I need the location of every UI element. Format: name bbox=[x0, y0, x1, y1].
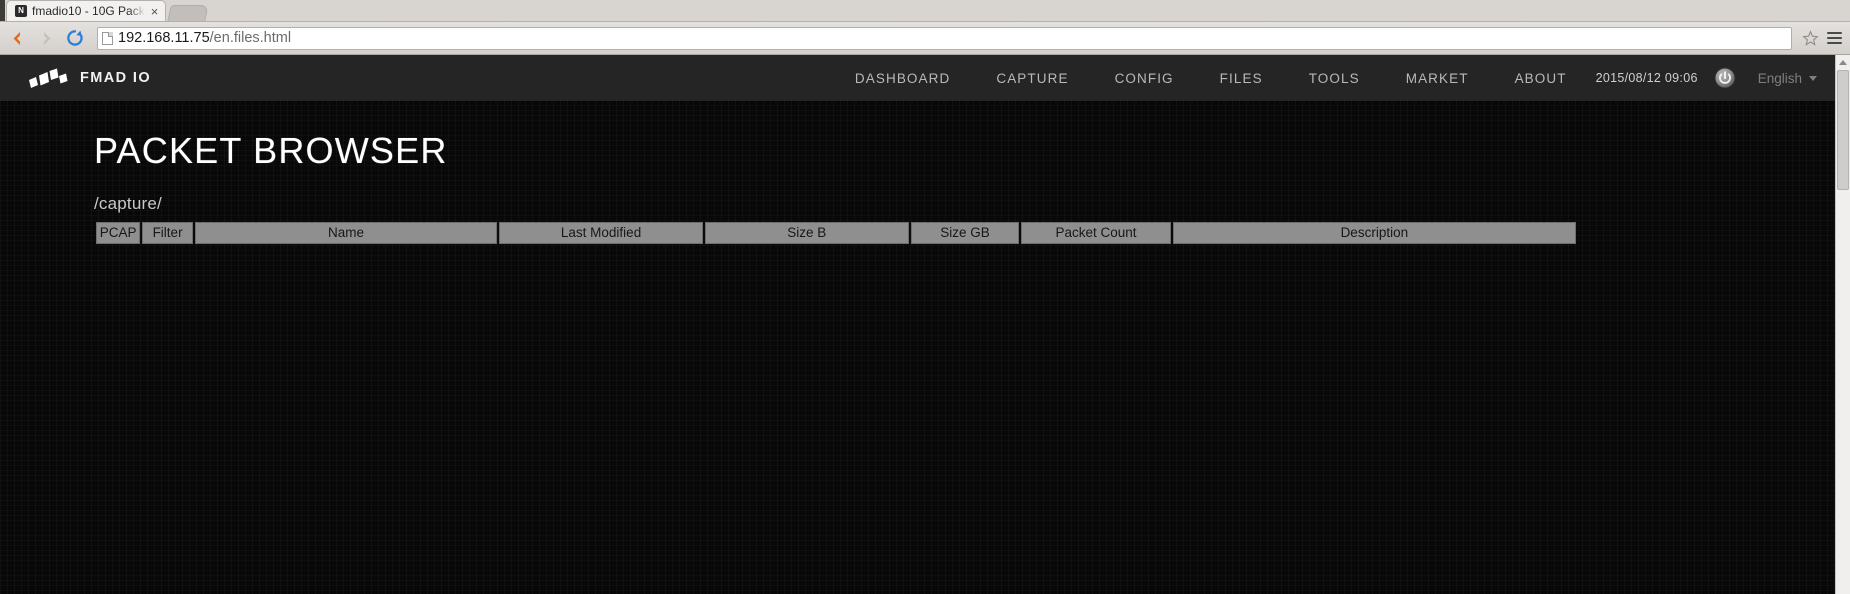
back-button[interactable] bbox=[4, 25, 30, 51]
page-title: PACKET BROWSER bbox=[94, 130, 448, 171]
column-header-size-b[interactable]: Size B bbox=[704, 222, 909, 244]
files-table: PCAP Filter Name Last Modified Size B Si… bbox=[94, 222, 1578, 244]
browser-toolbar: 192.168.11.75/en.files.html bbox=[0, 22, 1850, 55]
language-selector[interactable]: English bbox=[1736, 71, 1817, 86]
bookmark-star-icon[interactable] bbox=[1799, 27, 1821, 49]
nav-market[interactable]: MARKET bbox=[1383, 71, 1492, 86]
fmadio-favicon: N bbox=[15, 5, 27, 17]
tab-title: fmadio10 - 10G Pack bbox=[32, 4, 145, 18]
nav-about[interactable]: ABOUT bbox=[1492, 71, 1590, 86]
column-header-filter[interactable]: Filter bbox=[142, 222, 193, 244]
scrollbar-track[interactable] bbox=[1836, 190, 1850, 594]
files-table-head: PCAP Filter Name Last Modified Size B Si… bbox=[96, 222, 1576, 244]
browser-tab[interactable]: N fmadio10 - 10G Pack × bbox=[6, 0, 167, 21]
column-header-last-modified[interactable]: Last Modified bbox=[499, 222, 703, 244]
brand-logo[interactable]: FMAD IO bbox=[28, 68, 151, 88]
navbar-right: 2015/08/12 09:06 English bbox=[1596, 67, 1835, 89]
nav-tools[interactable]: TOOLS bbox=[1286, 71, 1383, 86]
nav-files[interactable]: FILES bbox=[1197, 71, 1286, 86]
column-header-packet-count[interactable]: Packet Count bbox=[1021, 222, 1171, 244]
nav-dashboard[interactable]: DASHBOARD bbox=[832, 71, 973, 86]
files-table-header-row: PCAP Filter Name Last Modified Size B Si… bbox=[96, 222, 1576, 244]
power-icon[interactable] bbox=[1714, 67, 1736, 89]
tab-strip: N fmadio10 - 10G Pack × bbox=[0, 0, 1850, 22]
breadcrumb-path: /capture/ bbox=[94, 194, 162, 213]
page-info-icon bbox=[102, 31, 113, 45]
fmadio-logo-icon bbox=[29, 68, 68, 88]
browser-menu-icon[interactable] bbox=[1824, 25, 1844, 51]
triangle-up-icon bbox=[1839, 60, 1847, 65]
fmadio-page: FMAD IO DASHBOARD CAPTURE CONFIG FILES T… bbox=[0, 55, 1835, 594]
scrollbar-up-arrow[interactable] bbox=[1836, 55, 1850, 70]
reload-button[interactable] bbox=[62, 25, 88, 51]
language-label: English bbox=[1757, 70, 1802, 86]
forward-button bbox=[33, 25, 59, 51]
scrollbar-thumb[interactable] bbox=[1837, 70, 1849, 190]
page-content: PACKET BROWSER /capture/ PCAP Filter Nam… bbox=[0, 130, 1835, 244]
nav-capture[interactable]: CAPTURE bbox=[973, 71, 1091, 86]
tab-close-icon[interactable]: × bbox=[150, 5, 160, 18]
column-header-description[interactable]: Description bbox=[1172, 222, 1576, 244]
nav-config[interactable]: CONFIG bbox=[1092, 71, 1197, 86]
column-header-name[interactable]: Name bbox=[194, 222, 498, 244]
new-tab-button[interactable] bbox=[167, 5, 210, 21]
page-viewport: FMAD IO DASHBOARD CAPTURE CONFIG FILES T… bbox=[0, 55, 1850, 594]
chevron-down-icon bbox=[1809, 75, 1817, 81]
column-header-size-gb[interactable]: Size GB bbox=[910, 222, 1020, 244]
page-scrollbar[interactable] bbox=[1835, 55, 1850, 594]
clock-text: 2015/08/12 09:06 bbox=[1595, 71, 1698, 85]
url-text: 192.168.11.75/en.files.html bbox=[118, 30, 292, 46]
address-bar[interactable]: 192.168.11.75/en.files.html bbox=[97, 26, 1792, 50]
brand-text: FMAD IO bbox=[80, 70, 152, 86]
main-nav: DASHBOARD CAPTURE CONFIG FILES TOOLS MAR… bbox=[832, 71, 1590, 86]
site-navbar: FMAD IO DASHBOARD CAPTURE CONFIG FILES T… bbox=[0, 55, 1835, 101]
browser-window: N fmadio10 - 10G Pack × 192.168.11.75/en… bbox=[0, 0, 1850, 594]
column-header-pcap[interactable]: PCAP bbox=[96, 222, 141, 244]
